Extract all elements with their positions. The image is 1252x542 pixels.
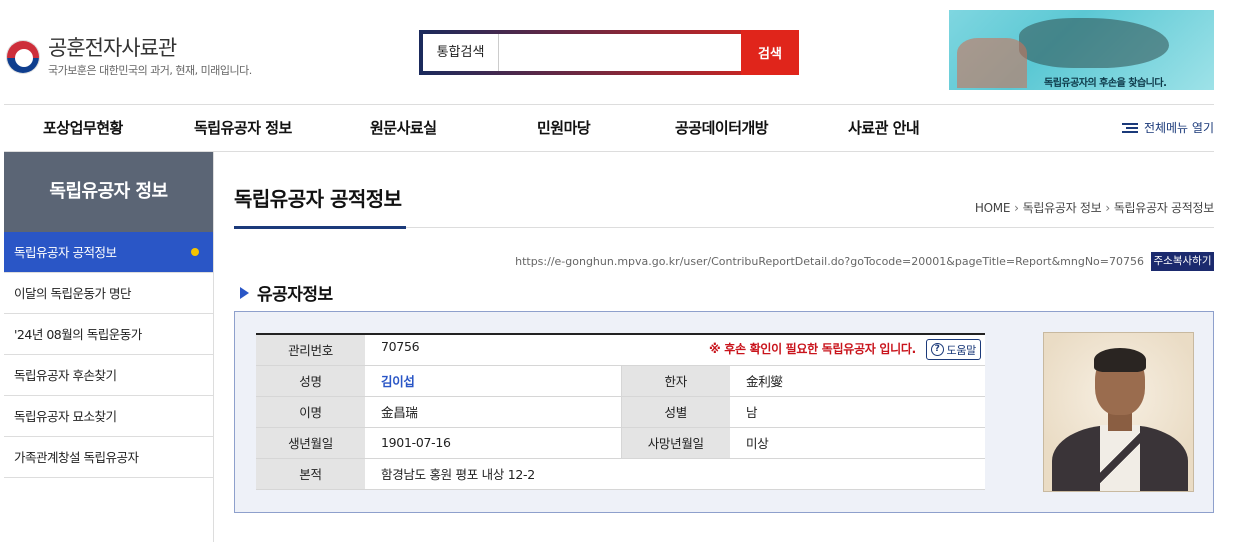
sidebar-item-descendant-search[interactable]: 독립유공자 후손찾기 xyxy=(4,355,213,396)
title-accent-bar xyxy=(234,226,406,229)
label-alias: 이명 xyxy=(256,396,365,428)
breadcrumb-home[interactable]: HOME xyxy=(975,201,1011,215)
logo-subtitle: 국가보훈은 대한민국의 과거, 현재, 미래입니다. xyxy=(48,64,252,77)
sidebar-item-grave-search[interactable]: 독립유공자 묘소찾기 xyxy=(4,396,213,437)
breadcrumb-patriot-info[interactable]: 독립유공자 정보 xyxy=(1023,201,1102,215)
gender-value: 남 xyxy=(730,396,985,428)
nav-patriot-info[interactable]: 독립유공자 정보 xyxy=(194,105,292,152)
header: 공훈전자사료관 국가보훈은 대한민국의 과거, 현재, 미래입니다. 통합검색 … xyxy=(0,0,1252,104)
logo-title: 공훈전자사료관 xyxy=(48,36,177,60)
label-gender: 성별 xyxy=(621,396,730,428)
banner-map-graphic xyxy=(1019,18,1169,68)
label-birth: 생년월일 xyxy=(256,427,365,459)
question-icon: ? xyxy=(930,343,944,357)
copy-url-button[interactable]: 주소복사하기 xyxy=(1151,252,1214,271)
death-value: 미상 xyxy=(730,427,985,459)
government-emblem-icon xyxy=(6,40,40,74)
search-scope-label[interactable]: 통합검색 xyxy=(423,34,499,71)
all-menu-button[interactable]: 전체메뉴 열기 xyxy=(1121,105,1214,152)
label-origin: 본적 xyxy=(256,458,365,490)
origin-value: 함경남도 홍원 평포 내상 12-2 xyxy=(365,458,985,490)
table-row: 성명 김이섭 한자 金利燮 xyxy=(256,365,985,397)
section-title-label: 유공자정보 xyxy=(257,285,333,305)
nav-open-data[interactable]: 공공데이터개방 xyxy=(675,105,769,152)
hanja-value: 金利燮 xyxy=(730,365,985,397)
sidebar-title: 독립유공자 정보 xyxy=(4,152,213,232)
descendant-notice: ※ 후손 확인이 필요한 독립유공자 입니다. xyxy=(708,342,916,357)
nav-award-status[interactable]: 포상업무현황 xyxy=(43,105,123,152)
name-value[interactable]: 김이섭 xyxy=(381,374,415,389)
birth-value: 1901-07-16 xyxy=(365,427,622,459)
search-input[interactable] xyxy=(499,34,741,71)
label-name: 성명 xyxy=(256,365,365,397)
sidebar-item-label: 독립유공자 공적정보 xyxy=(14,245,117,260)
all-menu-label: 전체메뉴 열기 xyxy=(1143,121,1214,135)
nav-archives[interactable]: 원문사료실 xyxy=(370,105,437,152)
patriot-info-table: 관리번호 70756 ※ 후손 확인이 필요한 독립유공자 입니다. ? 도움말… xyxy=(256,333,985,490)
mgmt-no-value: 70756 xyxy=(381,339,420,355)
table-row: 생년월일 1901-07-16 사망년월일 미상 xyxy=(256,427,985,459)
breadcrumb: HOME › 독립유공자 정보 › 독립유공자 공적정보 xyxy=(975,199,1214,216)
nav-about[interactable]: 사료관 안내 xyxy=(848,105,920,152)
patriot-portrait xyxy=(1043,332,1194,492)
sidebar: 독립유공자 정보 독립유공자 공적정보 이달의 독립운동가 명단 '24년 08… xyxy=(4,152,214,542)
table-row: 이명 金昌瑞 성별 남 xyxy=(256,396,985,428)
help-button[interactable]: ? 도움말 xyxy=(925,339,981,361)
hamburger-icon xyxy=(1121,123,1138,134)
promo-banner[interactable]: 독립유공자의 후손을 찾습니다. xyxy=(949,10,1214,90)
nav-civil-service[interactable]: 민원마당 xyxy=(537,105,591,152)
sidebar-item-monthly-activist[interactable]: '24년 08월의 독립운동가 xyxy=(4,314,213,355)
label-hanja: 한자 xyxy=(621,365,730,397)
mgmt-no-cell: 70756 ※ 후손 확인이 필요한 독립유공자 입니다. ? 도움말 xyxy=(365,334,985,366)
triangle-bullet-icon xyxy=(240,286,249,299)
chevron-right-icon: › xyxy=(1105,201,1110,215)
banner-caption: 독립유공자의 후손을 찾습니다. xyxy=(1044,78,1167,89)
active-dot-icon xyxy=(191,248,199,256)
help-label: 도움말 xyxy=(946,343,977,357)
breadcrumb-current[interactable]: 독립유공자 공적정보 xyxy=(1114,201,1214,215)
search-button[interactable]: 검색 xyxy=(741,30,799,75)
chevron-right-icon: › xyxy=(1014,201,1019,215)
name-cell: 김이섭 xyxy=(365,365,622,397)
page-title: 독립유공자 공적정보 xyxy=(234,187,402,211)
search-bar: 통합검색 검색 xyxy=(419,30,799,75)
sidebar-item-family-registry[interactable]: 가족관계창설 독립유공자 xyxy=(4,437,213,478)
site-logo[interactable]: 공훈전자사료관 국가보훈은 대한민국의 과거, 현재, 미래입니다. xyxy=(6,36,252,78)
alias-value: 金昌瑞 xyxy=(365,396,622,428)
label-death: 사망년월일 xyxy=(621,427,730,459)
table-row: 본적 함경남도 홍원 평포 내상 12-2 xyxy=(256,458,985,490)
sidebar-item-merit-info[interactable]: 독립유공자 공적정보 xyxy=(4,232,213,273)
patriot-info-panel: 관리번호 70756 ※ 후손 확인이 필요한 독립유공자 입니다. ? 도움말… xyxy=(234,311,1214,513)
banner-people-graphic xyxy=(957,38,1027,88)
sidebar-item-monthly-list[interactable]: 이달의 독립운동가 명단 xyxy=(4,273,213,314)
table-row: 관리번호 70756 ※ 후손 확인이 필요한 독립유공자 입니다. ? 도움말 xyxy=(256,334,985,366)
label-mgmt-no: 관리번호 xyxy=(256,334,365,366)
page-url: https://e-gonghun.mpva.go.kr/user/Contri… xyxy=(515,255,1144,268)
section-title: 유공자정보 xyxy=(240,280,333,305)
main-nav: 포상업무현황 독립유공자 정보 원문사료실 민원마당 공공데이터개방 사료관 안… xyxy=(4,104,1214,152)
